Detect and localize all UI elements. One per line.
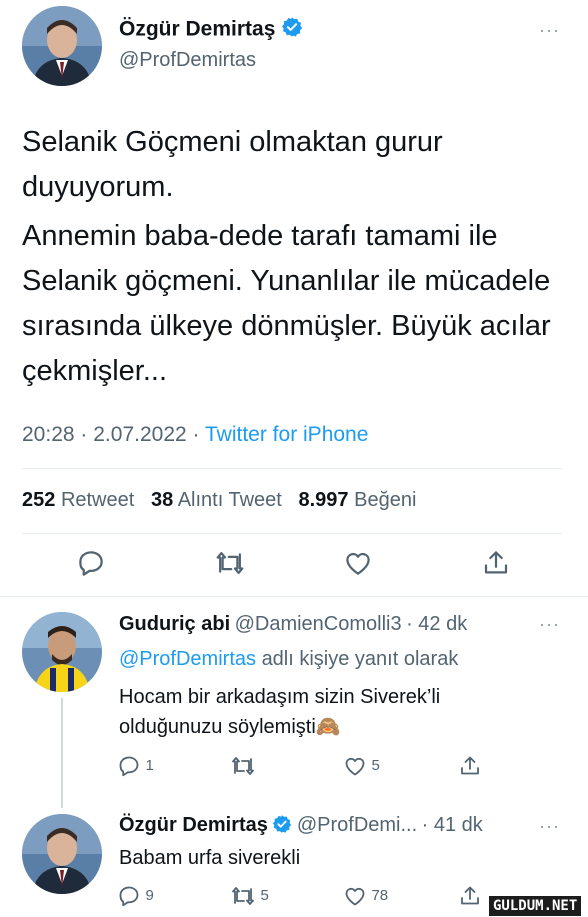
reply-2-author-handle[interactable]: @ProfDemi... [297,814,417,836]
reply-2-like-button[interactable]: 78 [343,884,388,908]
reply-1-retweet-button[interactable] [230,754,256,778]
reply-author-handle[interactable]: @DamienComolli3 [235,613,402,635]
reply-icon [119,886,139,907]
retweet-label: Retweet [60,489,135,511]
reply-2-text: Babam urfa siverekli [119,847,301,869]
like-icon [345,887,365,906]
tweet-source-link[interactable]: Twitter for iPhone [205,423,368,446]
verified-badge-icon [281,16,303,44]
see-no-evil-monkey-emoji: 🙈 [315,716,341,738]
quote-stat[interactable]: 38 Alıntı Tweet [151,489,282,511]
tweet-text-paragraph-1: Selanik Göçmeni olmaktan gurur duyuyorum… [22,126,443,203]
like-stat[interactable]: 8.997 Beğeni [299,489,417,511]
like-count: 8.997 [298,489,349,511]
like-icon [346,552,370,575]
reply-2-header: Özgür Demirtaş @ProfDemi... · 41 dk [119,814,483,839]
tweet-date[interactable]: 2.07.2022 [93,423,186,446]
reply-2-retweet-button[interactable]: 5 [230,884,269,908]
share-button[interactable] [481,548,511,583]
reply-1-text-line-2-text: olduğunuzu söylemişti [119,716,316,738]
retweet-count: 252 [22,489,56,511]
share-icon [461,756,479,775]
like-count: 5 [371,757,380,775]
retweet-button[interactable] [214,548,246,583]
reply-1-text-line-2: olduğunuzu söylemişti🙈 [119,712,341,742]
reply-2-reply-button[interactable]: 9 [117,884,154,908]
reply-2-time[interactable]: · 41 dk [422,814,483,836]
reply-icon [119,756,139,777]
thread-connector-line [61,698,63,808]
tweet-meta: 20:28 · 2.07.2022 · Twitter for iPhone [22,423,368,447]
retweet-icon [232,757,254,775]
reply-icon [79,551,103,576]
more-options-icon[interactable]: ··· [539,614,560,635]
reply-author-avatar[interactable] [22,612,102,692]
reply-count: 9 [145,887,154,905]
reply-time[interactable]: · 42 dk [406,613,467,635]
like-icon [345,757,365,776]
like-button[interactable] [343,548,373,583]
reply-count: 1 [145,757,154,775]
tweet-stats: 252 Retweet 38 Alıntı Tweet 8.997 Beğeni [22,489,416,512]
replying-to: @ProfDemirtas adlı kişiye yanıt olarak [119,644,458,674]
reply-1-share-button[interactable] [458,754,482,783]
reply-1-header: Guduriç abi @DamienComolli3 · 42 dk [119,613,467,636]
tweet-text-paragraph-2: Annemin baba-dede tarafı tamami ile Sela… [22,220,551,387]
author-name-text[interactable]: Özgür Demirtaş [119,18,275,41]
share-icon [461,886,479,905]
author-avatar[interactable] [22,6,102,86]
reply-1-text-line-1: Hocam bir arkadaşım sizin Siverek’li [119,686,441,708]
retweet-icon [216,552,244,574]
quote-count: 38 [150,489,174,511]
meta-separator: · [80,423,88,446]
reply-button[interactable] [76,548,106,583]
divider [0,596,588,597]
reply-2-author-name[interactable]: Özgür Demirtaş [119,814,268,836]
reply-2-author-avatar[interactable] [22,814,102,894]
retweet-icon [232,887,254,905]
share-icon [484,551,508,574]
more-options-icon[interactable]: ··· [539,816,560,837]
more-options-icon[interactable]: ··· [539,20,560,41]
meta-separator: · [192,423,200,446]
divider [22,533,562,534]
replying-to-handle-link[interactable]: @ProfDemirtas [119,648,256,670]
replying-to-label: adlı kişiye yanıt olarak [261,648,459,670]
author-handle[interactable]: @ProfDemirtas [119,49,256,72]
like-count: 78 [371,887,389,905]
retweet-stat[interactable]: 252 Retweet [22,489,134,511]
reply-author-name[interactable]: Guduriç abi [119,613,230,635]
like-label: Beğeni [354,489,417,511]
reply-1-reply-button[interactable]: 1 [117,754,154,778]
reply-1-like-button[interactable]: 5 [343,754,380,778]
reply-2-share-button[interactable] [458,884,482,913]
tweet-time[interactable]: 20:28 [22,423,75,446]
author-name[interactable]: Özgür Demirtaş [119,16,303,44]
divider [22,468,562,469]
quote-label: Alıntı Tweet [177,489,282,511]
verified-badge-icon [272,814,292,839]
watermark: GULDUM.NET [489,896,582,916]
retweet-count: 5 [260,887,269,905]
